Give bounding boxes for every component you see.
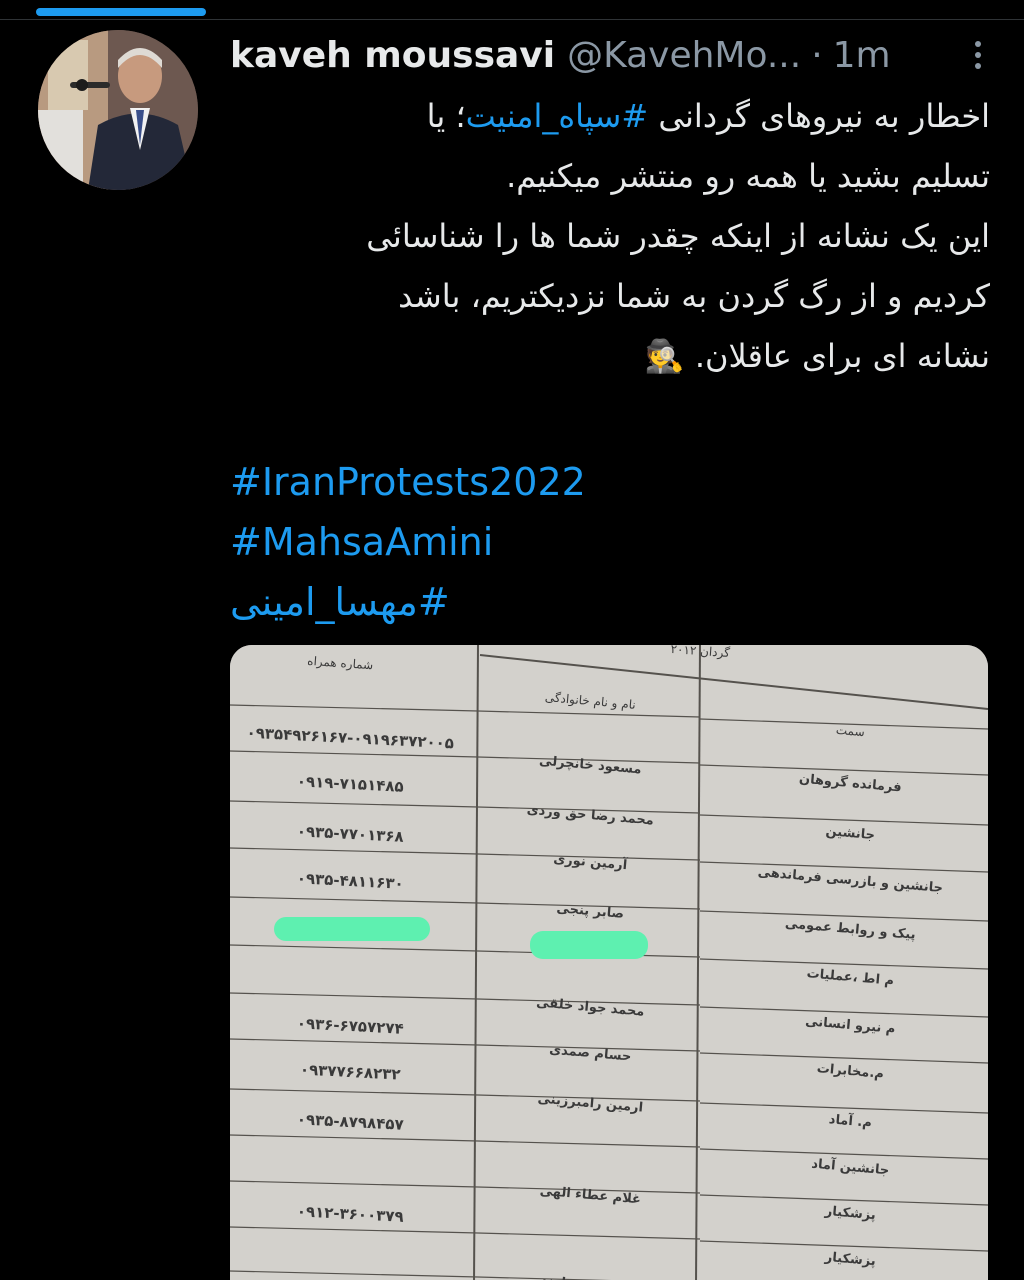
hashtag-link[interactable]: #MahsaAmini	[230, 512, 990, 572]
top-divider	[0, 19, 1024, 20]
hashtag-link[interactable]: #مهسا_امینی	[230, 572, 450, 632]
separator-dot: ·	[811, 34, 823, 76]
document-table: گردان ۲۰۱۲شماره همراهنام و نام خانوادگیس…	[230, 645, 988, 1280]
avatar-photo	[38, 30, 198, 190]
more-options-icon[interactable]	[966, 36, 990, 76]
header-position: سمت	[835, 723, 865, 739]
tweet-text-segment: ؛ یا	[426, 97, 466, 135]
redaction-mark	[274, 917, 430, 941]
story-progress-bar	[36, 8, 206, 16]
avatar[interactable]	[38, 30, 198, 190]
tweet-text-line-4: کردیم و از رگ گردن به شما نزدیکتریم، باش…	[398, 277, 990, 315]
hashtag-link[interactable]: #IranProtests2022	[230, 452, 990, 512]
tweet-header: kaveh moussavi @KavehMo... · 1m	[230, 30, 990, 80]
author-name[interactable]: kaveh moussavi	[230, 35, 555, 76]
tweet-text-segment: اخطار به نیروهای گردانی	[648, 97, 990, 135]
attached-photo[interactable]: گردان ۲۰۱۲ شماره همراه نام و نام خانوادگی س…	[230, 645, 988, 1280]
hashtag-list: #IranProtests2022 #MahsaAmini #مهسا_امین…	[230, 452, 990, 632]
tweet-text-line-1: اخطار به نیروهای گردانی #سپاه_امنیت؛ یا	[230, 86, 990, 146]
tweet-text-line-5: نشانه ای برای عاقلان. 🕵️	[644, 337, 990, 375]
tweet-text: اخطار به نیروهای گردانی #سپاه_امنیت؛ یا …	[230, 86, 990, 386]
inline-hashtag-link[interactable]: #سپاه_امنیت	[466, 97, 649, 135]
tweet-timestamp[interactable]: 1m	[833, 35, 891, 76]
redaction-mark	[530, 931, 648, 959]
author-handle[interactable]: @KavehMo...	[567, 35, 801, 76]
tweet-text-line-2: تسلیم بشید یا همه رو منتشر میکنیم.	[506, 157, 990, 195]
tweet-text-line-3: این یک نشانه از اینکه چقدر شما ها را شنا…	[366, 217, 990, 255]
